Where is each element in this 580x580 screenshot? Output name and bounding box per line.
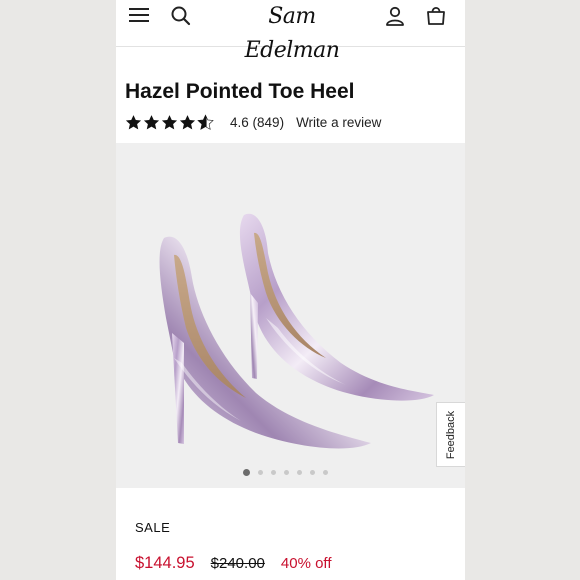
rating-score: 4.6 bbox=[230, 114, 249, 130]
account-icon[interactable] bbox=[384, 5, 406, 27]
product-title: Hazel Pointed Toe Heel bbox=[125, 80, 355, 103]
image-carousel-dots bbox=[243, 469, 328, 476]
feedback-label: Feedback bbox=[445, 410, 457, 459]
shoe-photo bbox=[159, 213, 434, 449]
discount-label: 40% off bbox=[280, 555, 332, 572]
carousel-dot-6[interactable] bbox=[310, 470, 315, 475]
carousel-dot-7[interactable] bbox=[323, 470, 328, 475]
sale-badge: SALE bbox=[135, 520, 171, 535]
star-rating bbox=[125, 113, 214, 131]
star-icon bbox=[125, 114, 142, 129]
carousel-dot-4[interactable] bbox=[284, 470, 289, 475]
carousel-dot-2[interactable] bbox=[258, 470, 263, 475]
mobile-screen: Sam Edelman Hazel Pointed Toe Heel 4.6 (… bbox=[116, 0, 465, 580]
menu-icon[interactable] bbox=[128, 6, 150, 24]
star-icon bbox=[161, 114, 178, 129]
left-backdrop bbox=[0, 0, 116, 580]
price-row: $144.95 $240.00 40% off bbox=[135, 554, 332, 573]
star-icon bbox=[179, 114, 196, 129]
rating-row[interactable]: 4.6 (849) Write a review bbox=[125, 111, 381, 133]
site-header: Sam Edelman bbox=[116, 0, 465, 63]
sale-price: $144.95 bbox=[135, 554, 195, 572]
brand-logo[interactable]: Sam Edelman bbox=[228, 0, 356, 63]
carousel-dot-3[interactable] bbox=[271, 470, 276, 475]
star-icon bbox=[143, 114, 160, 129]
original-price: $240.00 bbox=[210, 555, 265, 572]
product-image[interactable] bbox=[116, 143, 465, 488]
write-review-link[interactable]: Write a review bbox=[296, 115, 381, 130]
bag-icon[interactable] bbox=[425, 4, 447, 26]
right-backdrop bbox=[465, 0, 580, 580]
review-count: (849) bbox=[252, 114, 285, 130]
search-icon[interactable] bbox=[170, 5, 192, 27]
rating-value: 4.6 (849) bbox=[230, 115, 284, 130]
feedback-tab[interactable]: Feedback bbox=[436, 402, 465, 467]
carousel-dot-1[interactable] bbox=[243, 469, 250, 476]
carousel-dot-5[interactable] bbox=[297, 470, 302, 475]
half-star-icon bbox=[197, 113, 214, 130]
